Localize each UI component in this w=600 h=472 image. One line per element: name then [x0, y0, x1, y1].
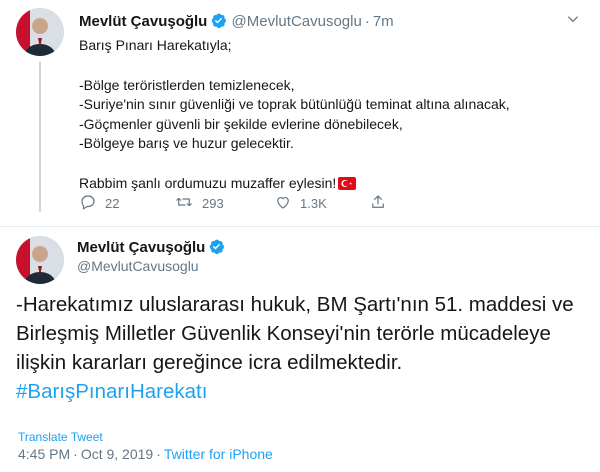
tweet-line: Barış Pınarı Harekatıyla; [79, 37, 232, 53]
tweet-time[interactable]: 7m [373, 13, 394, 30]
timestamp-time[interactable]: 4:45 PM [18, 446, 70, 462]
hashtag-link[interactable]: #BarışPınarıHarekatı [16, 380, 207, 403]
divider [0, 226, 600, 227]
avatar[interactable] [16, 236, 64, 284]
retweet-button[interactable]: 293 [174, 193, 224, 214]
author-handle[interactable]: @MevlutCavusoglu [232, 13, 362, 30]
tweet-actions: 22 293 1.3K [79, 193, 384, 214]
share-button[interactable] [369, 193, 387, 214]
tweet-main-text: -Harekatımız uluslararası hukuk, BM Şart… [16, 293, 574, 374]
chevron-down-icon[interactable] [566, 12, 580, 31]
retweet-icon [174, 193, 194, 214]
tweet-text: -Harekatımız uluslararası hukuk, BM Şart… [16, 290, 576, 406]
like-count: 1.3K [300, 196, 327, 211]
timestamp-date[interactable]: Oct 9, 2019 [81, 446, 153, 462]
author-name[interactable]: Mevlüt Çavuşoğlu [77, 238, 225, 259]
reply-button[interactable]: 22 [79, 193, 119, 214]
avatar[interactable] [16, 8, 64, 56]
tweet-line: -Bölge teröristlerden temizlenecek, [79, 76, 295, 93]
separator-dot: · [364, 13, 370, 30]
tweet-line: -Bölgeye barış ve huzur gelecektir. [79, 135, 294, 152]
thread-connector-line [39, 62, 41, 212]
tweet-text: Barış Pınarı Harekatıyla; -Bölge teröris… [79, 36, 510, 196]
author-name[interactable]: Mevlüt Çavuşoğlu [79, 13, 207, 30]
tweet-timestamp: 4:45 PM · Oct 9, 2019 · Twitter for iPhone [18, 446, 273, 462]
translate-tweet-link[interactable]: Translate Tweet [18, 430, 103, 444]
like-button[interactable]: 1.3K [274, 193, 327, 214]
verified-badge-icon [210, 12, 227, 33]
share-icon [369, 193, 387, 214]
tweet-line: -Göçmenler güvenli bir şekilde evlerine … [79, 115, 403, 132]
author-handle[interactable]: @MevlutCavusoglu [77, 258, 199, 274]
reply-count: 22 [105, 196, 120, 211]
tweet-line: Rabbim şanlı ordumuzu muzaffer eylesin! [79, 174, 337, 191]
tweet-line: -Suriye'nin sınır güvenliği ve toprak bü… [79, 96, 510, 113]
verified-badge-icon [208, 238, 225, 259]
retweet-count: 293 [202, 196, 224, 211]
separator-dot: · [73, 446, 78, 462]
reply-icon [79, 193, 97, 214]
tweet-header: Mevlüt Çavuşoğlu @MevlutCavusoglu · 7m [79, 12, 394, 33]
heart-icon [274, 193, 292, 214]
tweet-source-link[interactable]: Twitter for iPhone [164, 446, 273, 462]
separator-dot: · [156, 446, 161, 462]
